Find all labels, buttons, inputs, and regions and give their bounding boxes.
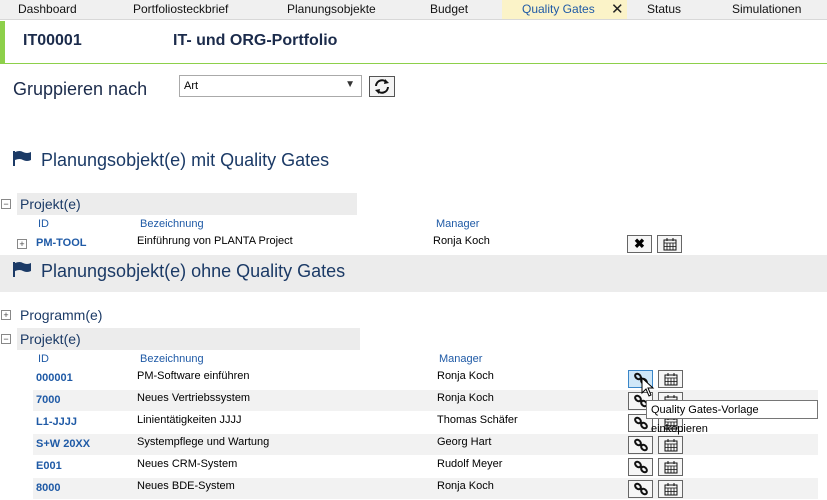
delete-button[interactable]: ✖ (627, 235, 652, 253)
link-icon (633, 482, 648, 496)
tooltip: Quality Gates-Vorlage einkopieren (646, 400, 818, 435)
calendar-icon (664, 439, 677, 452)
row-id[interactable]: 8000 (36, 482, 60, 494)
group-projects-label[interactable]: Projekt(e) (20, 331, 81, 347)
flag-icon (13, 151, 31, 166)
group-by-select[interactable]: Art ▼ (179, 75, 362, 97)
row-manager: Ronja Koch (437, 370, 494, 382)
column-header-name: Bezeichnung (140, 353, 204, 365)
group-programs-label[interactable]: Programm(e) (20, 307, 102, 323)
row-id[interactable]: E001 (36, 460, 62, 472)
row-name: Systempflege und Wartung (137, 436, 270, 448)
expand-icon[interactable]: + (1, 310, 11, 320)
row-id[interactable]: 000001 (36, 372, 73, 384)
collapse-icon[interactable]: − (1, 199, 11, 209)
calendar-icon (663, 238, 676, 251)
section-with-qg-title: Planungsobjekt(e) mit Quality Gates (41, 150, 330, 170)
row-manager: Georg Hart (437, 436, 492, 448)
row-id[interactable]: S+W 20XX (36, 438, 90, 450)
column-header-id: ID (38, 218, 49, 230)
row-manager: Ronja Koch (437, 480, 494, 492)
group-by-value: Art (184, 80, 199, 92)
row-name: Neues CRM-System (137, 458, 238, 470)
copy-qg-template-button[interactable] (628, 436, 653, 454)
section-without-qg-title: Planungsobjekt(e) ohne Quality Gates (41, 261, 346, 281)
collapse-icon[interactable]: − (1, 334, 11, 344)
dropdown-arrow-icon: ▼ (345, 79, 355, 90)
tab-status[interactable]: Status (647, 0, 681, 19)
row-manager: Thomas Schäfer (437, 414, 518, 426)
portfolio-title: IT- und ORG-Portfolio (173, 32, 338, 49)
calendar-button[interactable] (658, 480, 683, 498)
row-id[interactable]: 7000 (36, 394, 60, 406)
tab-portfoliosteckbrief[interactable]: Portfoliosteckbrief (133, 0, 228, 19)
link-icon (633, 438, 648, 452)
mouse-cursor-icon (641, 377, 655, 397)
calendar-icon (664, 373, 677, 386)
calendar-button[interactable] (658, 458, 683, 476)
refresh-icon (375, 79, 389, 94)
tab-bar: Dashboard Portfoliosteckbrief Planungsob… (0, 0, 827, 20)
tab-quality-gates-label: Quality Gates (522, 2, 595, 16)
refresh-button[interactable] (369, 76, 395, 97)
column-header-id: ID (38, 353, 49, 365)
calendar-button[interactable] (658, 370, 683, 388)
expand-icon[interactable]: + (17, 239, 27, 249)
delete-icon: ✖ (634, 236, 645, 251)
portfolio-id: IT00001 (23, 32, 82, 49)
row-manager: Ronja Koch (437, 392, 494, 404)
tab-budget[interactable]: Budget (430, 0, 468, 19)
close-icon[interactable]: ✕ (611, 0, 624, 19)
tab-planungsobjekte[interactable]: Planungsobjekte (287, 0, 376, 19)
column-header-name: Bezeichnung (140, 218, 204, 230)
row-name: Neues Vertriebssystem (137, 392, 251, 404)
tab-simulationen[interactable]: Simulationen (732, 0, 801, 19)
group-by-label: Gruppieren nach (13, 79, 148, 99)
row-id[interactable]: L1-JJJJ (36, 416, 77, 428)
row-manager: Ronja Koch (433, 235, 490, 247)
row-id[interactable]: PM-TOOL (36, 237, 87, 249)
row-name: Einführung von PLANTA Project (137, 235, 293, 247)
copy-qg-template-button[interactable] (628, 480, 653, 498)
tab-quality-gates[interactable]: Quality Gates ✕ (502, 0, 627, 19)
link-icon (633, 460, 648, 474)
row-name: Linientätigkeiten JJJJ (137, 414, 242, 426)
row-name: PM-Software einführen (137, 370, 250, 382)
column-header-manager: Manager (439, 353, 483, 365)
flag-icon (13, 262, 31, 277)
row-name: Neues BDE-System (137, 480, 235, 492)
group-projects-label[interactable]: Projekt(e) (20, 196, 81, 212)
tab-dashboard[interactable]: Dashboard (18, 0, 77, 19)
column-header-manager: Manager (436, 218, 480, 230)
row-manager: Rudolf Meyer (437, 458, 503, 470)
calendar-button[interactable] (657, 235, 682, 253)
calendar-icon (664, 483, 677, 496)
calendar-icon (664, 461, 677, 474)
copy-qg-template-button[interactable] (628, 458, 653, 476)
portfolio-header: IT00001 IT- und ORG-Portfolio (0, 21, 827, 64)
